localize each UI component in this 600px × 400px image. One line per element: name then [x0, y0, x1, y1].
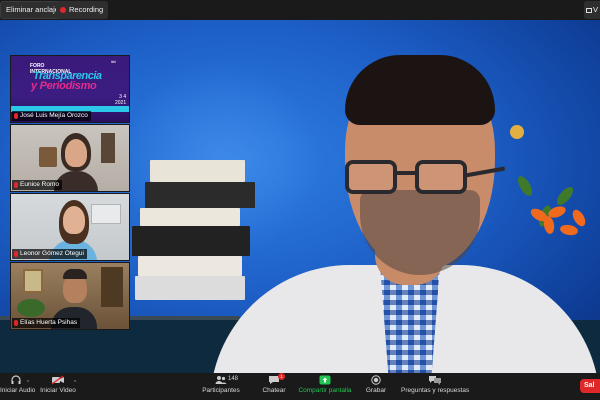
- participants-label: Participantes: [202, 387, 240, 394]
- mic-muted-icon: [14, 113, 18, 119]
- glasses-bridge: [395, 171, 417, 175]
- share-screen-label: Compartir pantalla: [298, 387, 352, 394]
- recording-indicator[interactable]: Recording: [56, 1, 109, 19]
- chat-icon: 1: [268, 373, 285, 385]
- participant-thumbnail[interactable]: Eunice Romo: [10, 124, 130, 192]
- record-label: Grabar: [365, 387, 387, 394]
- leave-meeting-button[interactable]: Sal: [580, 379, 600, 393]
- view-label: V: [593, 5, 599, 14]
- participants-icon: 148: [201, 375, 241, 385]
- video-off-icon: [38, 375, 78, 385]
- participant-thumbnail[interactable]: Elías Huerta Psihas: [10, 262, 130, 330]
- recording-dot-icon: [60, 7, 66, 13]
- participant-name-tag: Eunice Romo: [12, 180, 63, 190]
- chat-unread-badge: 1: [278, 373, 285, 380]
- participant-name: José Luis Mejía Orozco: [20, 112, 88, 119]
- poster-date: 3 4 2021: [115, 94, 127, 106]
- mic-muted-icon: [14, 182, 18, 188]
- view-button[interactable]: V: [584, 1, 600, 19]
- participant-name-tag: Leonor Gómez Otegui: [12, 249, 87, 259]
- participant-name-tag: José Luis Mejía Orozco: [12, 111, 91, 121]
- poster-logo: itei: [111, 59, 117, 64]
- speaker-figure: [200, 40, 600, 373]
- qa-icon: [401, 375, 469, 385]
- join-audio-label: Iniciar Audio: [0, 387, 36, 394]
- recording-label: Recording: [69, 5, 104, 14]
- start-video-label: Iniciar Video: [40, 387, 76, 394]
- audio-options-caret-icon[interactable]: ^: [27, 380, 29, 386]
- mic-muted-icon: [14, 320, 18, 326]
- participant-thumbnail[interactable]: itei FORO INTERNACIONAL Transparencia y …: [10, 55, 130, 123]
- participant-count: 148: [228, 376, 239, 382]
- participant-name: Leonor Gómez Otegui: [20, 250, 84, 257]
- top-bar: Eliminar anclaje Recording V: [0, 0, 600, 20]
- glasses-left-lens: [345, 160, 397, 194]
- glasses-right-lens: [415, 160, 467, 194]
- qa-button[interactable]: Preguntas y respuestas: [401, 375, 469, 394]
- hair: [345, 55, 495, 125]
- participant-name: Eunice Romo: [20, 181, 60, 188]
- share-screen-button[interactable]: Compartir pantalla: [297, 375, 353, 394]
- start-video-button[interactable]: Iniciar Video: [38, 375, 78, 394]
- participant-thumbnail[interactable]: Leonor Gómez Otegui: [10, 193, 130, 261]
- chat-label: Chatear: [262, 387, 286, 394]
- record-button[interactable]: Grabar: [364, 375, 388, 394]
- participants-button[interactable]: 148 Participantes: [201, 375, 241, 394]
- participant-name-tag: Elías Huerta Psihas: [12, 318, 81, 328]
- grid-view-icon: [586, 7, 592, 13]
- video-options-caret-icon[interactable]: ^: [74, 380, 76, 386]
- chat-button[interactable]: 1 Chatear: [259, 373, 289, 394]
- mic-muted-icon: [14, 251, 18, 257]
- poster-title-line2: y Periodismo: [31, 80, 97, 92]
- share-screen-icon: [297, 375, 353, 385]
- participant-name: Elías Huerta Psihas: [20, 319, 78, 326]
- record-icon: [364, 375, 388, 385]
- meeting-toolbar: Iniciar Audio ^ Iniciar Video ^ 148 Part…: [0, 373, 600, 400]
- qa-label: Preguntas y respuestas: [401, 387, 470, 394]
